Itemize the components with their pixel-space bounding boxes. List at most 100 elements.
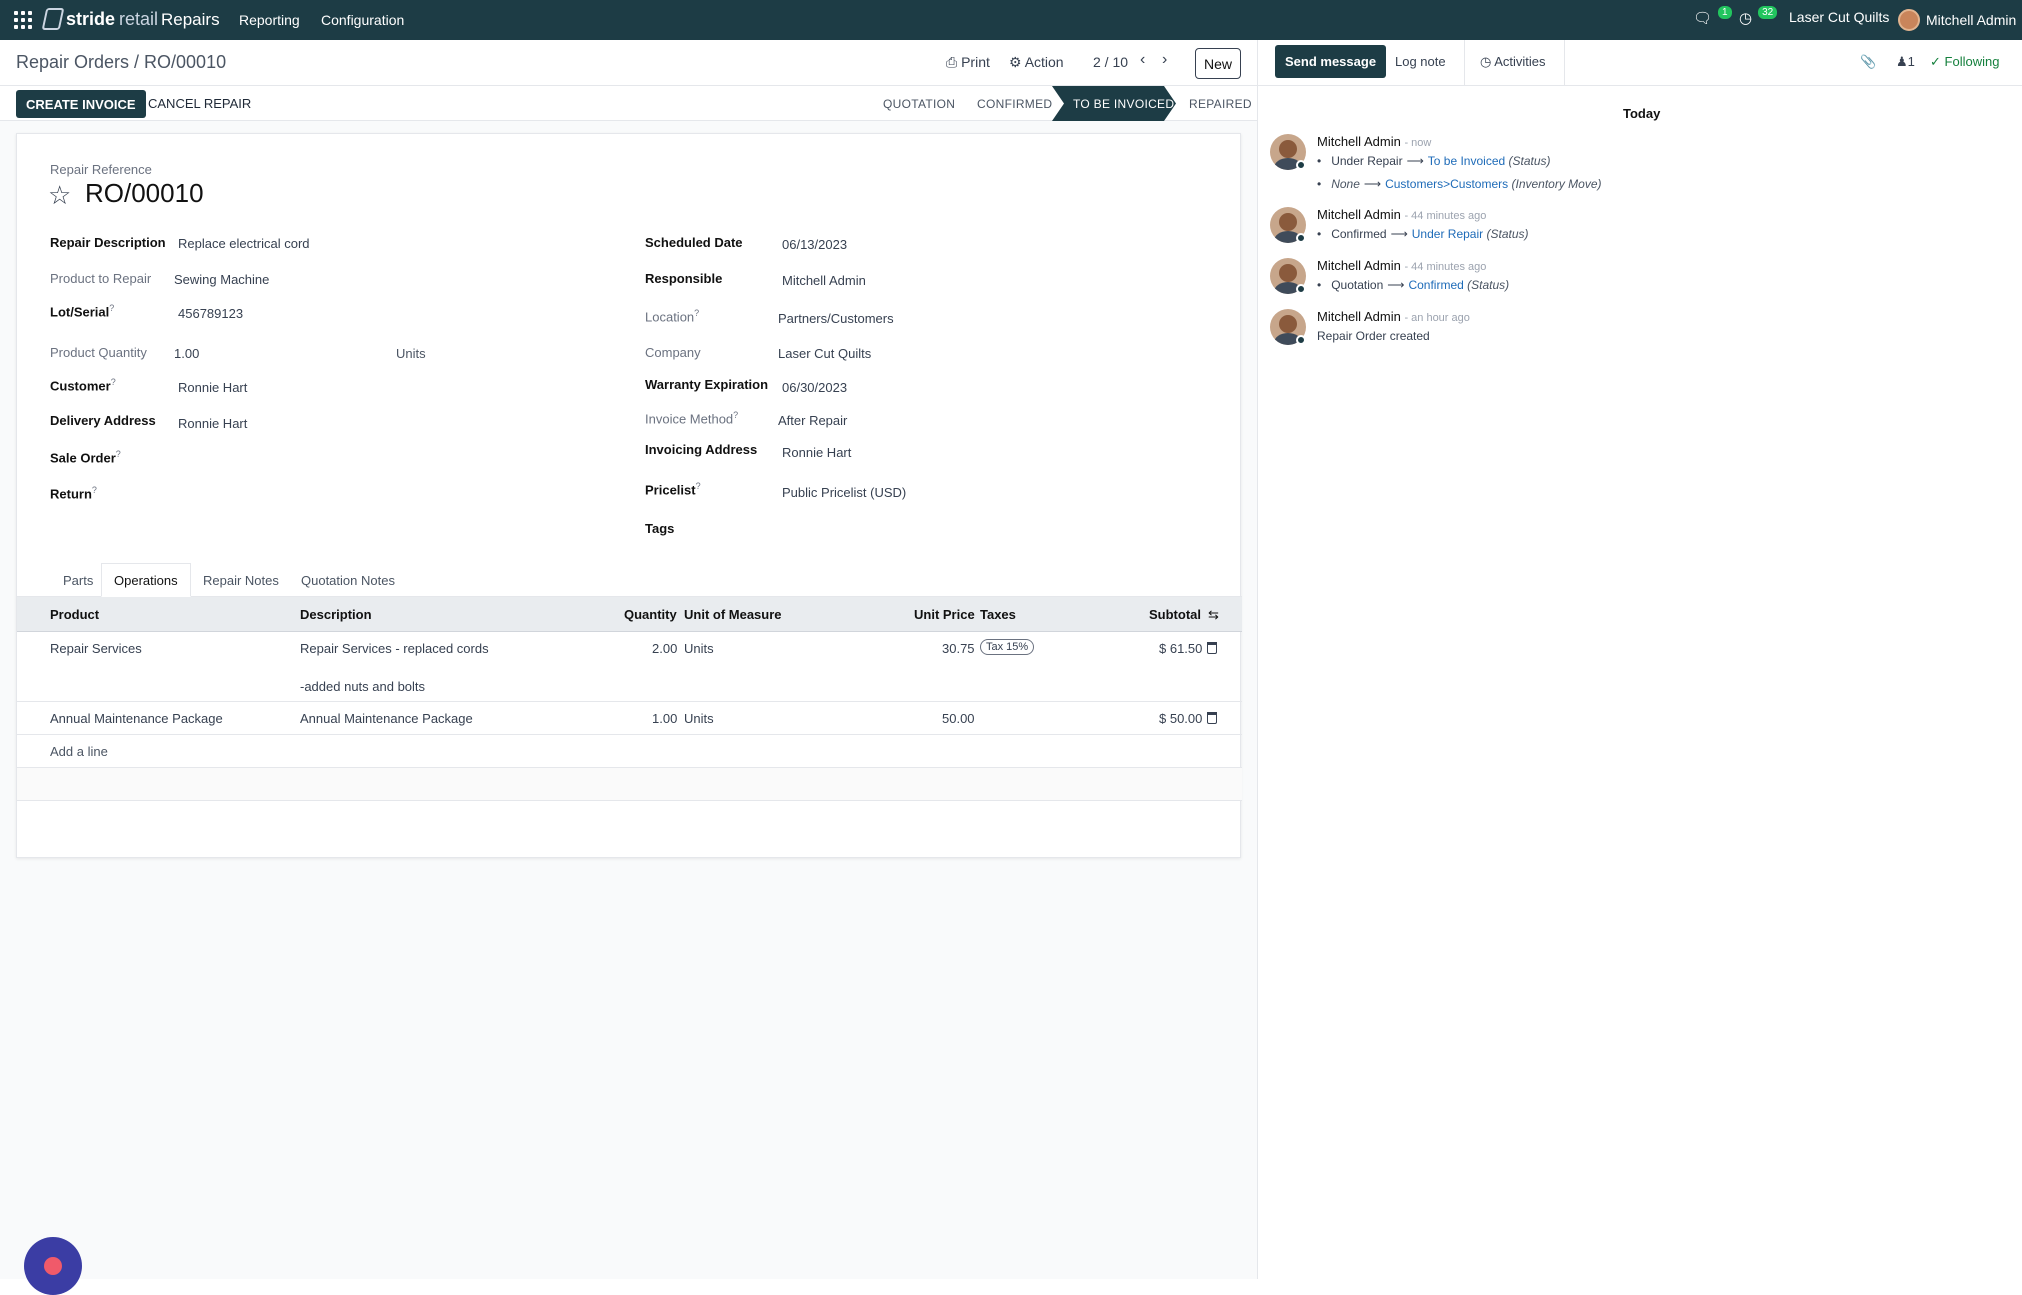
- arrow-right-icon: ⟶: [1390, 227, 1408, 241]
- scheduled-date-field[interactable]: 06/13/2023: [782, 237, 847, 252]
- repair-description-label: Repair Description: [50, 235, 166, 250]
- field-name: (Status): [1508, 154, 1551, 168]
- row-uom[interactable]: Units: [684, 711, 714, 726]
- warranty-expiration-field[interactable]: 06/30/2023: [782, 380, 847, 395]
- messages-button[interactable]: 🗨 1: [1693, 5, 1732, 27]
- company-field[interactable]: Laser Cut Quilts: [778, 346, 871, 361]
- app-name[interactable]: Repairs: [161, 10, 220, 30]
- tab-parts[interactable]: Parts: [51, 563, 105, 597]
- new-value: Under Repair: [1411, 227, 1484, 241]
- tab-repair-notes[interactable]: Repair Notes: [191, 563, 291, 597]
- author-name[interactable]: Mitchell Admin: [1317, 309, 1401, 324]
- chatter-panel: Send message Log note ◷ Activities 📎 ♟1 …: [1257, 40, 2022, 1279]
- stage-to-be-invoiced[interactable]: TO BE INVOICED: [1052, 86, 1176, 121]
- breadcrumb[interactable]: Repair Orders / RO/00010: [16, 52, 226, 73]
- col-quantity[interactable]: Quantity: [624, 607, 677, 622]
- column-settings-icon[interactable]: ⇆: [1208, 607, 1219, 623]
- product-quantity-field[interactable]: 1.00: [174, 346, 199, 361]
- followers-button[interactable]: ♟1: [1896, 54, 1915, 70]
- stride-logo-icon: [41, 8, 65, 30]
- location-field[interactable]: Partners/Customers: [778, 311, 894, 326]
- send-message-button[interactable]: Send message: [1275, 45, 1387, 78]
- message-author: Mitchell Admin - an hour ago: [1317, 309, 1470, 324]
- tab-quotation-notes[interactable]: Quotation Notes: [289, 563, 407, 597]
- tab-operations[interactable]: Operations: [101, 563, 191, 597]
- stage-confirmed[interactable]: CONFIRMED: [977, 86, 1052, 121]
- pricelist-field[interactable]: Public Pricelist (USD): [782, 485, 906, 500]
- next-record-icon[interactable]: ›: [1162, 51, 1167, 69]
- row-description[interactable]: Annual Maintenance Package: [300, 711, 473, 726]
- paperclip-icon[interactable]: 📎: [1860, 54, 1876, 70]
- row-unit-price[interactable]: 30.75: [942, 641, 975, 656]
- invoice-method-field[interactable]: After Repair: [778, 413, 847, 428]
- activities-button[interactable]: ◷ 32: [1739, 5, 1778, 27]
- col-unit-price[interactable]: Unit Price: [914, 607, 975, 622]
- author-name[interactable]: Mitchell Admin: [1317, 258, 1401, 273]
- print-button[interactable]: ⎙ Print: [946, 54, 990, 71]
- row-product[interactable]: Annual Maintenance Package: [50, 711, 223, 726]
- customer-field[interactable]: Ronnie Hart: [178, 380, 247, 395]
- old-value: Under Repair: [1331, 154, 1403, 168]
- star-icon[interactable]: ☆: [48, 180, 71, 211]
- action-button[interactable]: ⚙ Action: [1009, 54, 1064, 71]
- menu-configuration[interactable]: Configuration: [321, 12, 404, 28]
- author-name[interactable]: Mitchell Admin: [1317, 207, 1401, 222]
- user-avatar: [1898, 9, 1920, 31]
- chatter-message: Mitchell Admin - an hour ago Repair Orde…: [1270, 309, 2010, 349]
- brand-logo[interactable]: stride retail: [41, 8, 158, 30]
- cancel-repair-button[interactable]: CANCEL REPAIR: [148, 96, 251, 111]
- pager-value[interactable]: 2 / 10: [1093, 54, 1128, 70]
- stage-repaired[interactable]: REPAIRED: [1189, 86, 1252, 121]
- row-product[interactable]: Repair Services: [50, 641, 142, 656]
- invoicing-address-field[interactable]: Ronnie Hart: [782, 445, 851, 460]
- row-unit-price[interactable]: 50.00: [942, 711, 975, 726]
- user-menu[interactable]: Mitchell Admin: [1898, 9, 2016, 31]
- field-name: (Status): [1486, 227, 1529, 241]
- row-quantity[interactable]: 1.00: [652, 711, 677, 726]
- return-label-text: Return: [50, 486, 92, 502]
- col-product[interactable]: Product: [50, 607, 99, 622]
- delivery-address-label: Delivery Address: [50, 413, 156, 428]
- row-uom[interactable]: Units: [684, 641, 714, 656]
- previous-record-icon[interactable]: ‹: [1140, 51, 1145, 69]
- responsible-field[interactable]: Mitchell Admin: [782, 273, 866, 288]
- create-invoice-button[interactable]: CREATE INVOICE: [16, 90, 146, 118]
- activities-button[interactable]: ◷ Activities: [1480, 54, 1546, 70]
- warranty-expiration-label: Warranty Expiration: [645, 377, 769, 392]
- trash-icon[interactable]: [1207, 712, 1217, 724]
- log-note-button[interactable]: Log note: [1395, 54, 1446, 69]
- trash-icon[interactable]: [1207, 642, 1217, 654]
- lot-serial-field[interactable]: 456789123: [178, 306, 243, 321]
- following-button[interactable]: ✓ Following: [1930, 54, 1999, 70]
- arrow-right-icon: ⟶: [1363, 177, 1382, 191]
- col-description[interactable]: Description: [300, 607, 372, 622]
- invoice-method-label-text: Invoice Method: [645, 411, 734, 427]
- online-status-icon: [1296, 233, 1306, 243]
- product-to-repair-field[interactable]: Sewing Machine: [174, 272, 269, 287]
- chat-icon: 🗨: [1693, 10, 1713, 27]
- company-switcher[interactable]: Laser Cut Quilts: [1789, 9, 1889, 25]
- new-button[interactable]: New: [1195, 48, 1241, 79]
- app-menu-icon[interactable]: [14, 11, 32, 29]
- add-a-line-link[interactable]: Add a line: [50, 744, 108, 759]
- product-uom-field[interactable]: Units: [396, 346, 426, 361]
- table-row[interactable]: Annual Maintenance Package Annual Mainte…: [17, 702, 1242, 735]
- menu-reporting[interactable]: Reporting: [239, 12, 300, 28]
- delivery-address-field[interactable]: Ronnie Hart: [178, 416, 247, 431]
- author-name[interactable]: Mitchell Admin: [1317, 134, 1401, 149]
- stage-quotation[interactable]: QUOTATION: [883, 86, 955, 121]
- assistant-launcher-button[interactable]: [24, 1237, 82, 1295]
- new-value: Customers>Customers: [1385, 177, 1509, 191]
- row-description[interactable]: Repair Services - replaced cords: [300, 641, 489, 656]
- tracking-line: • None ⟶ Customers>Customers (Inventory Mo…: [1317, 177, 1602, 191]
- col-subtotal[interactable]: Subtotal: [1149, 607, 1201, 622]
- col-uom[interactable]: Unit of Measure: [684, 607, 782, 622]
- field-name: (Inventory Move): [1511, 177, 1602, 191]
- row-quantity[interactable]: 2.00: [652, 641, 677, 656]
- tax-badge[interactable]: Tax 15%: [980, 639, 1035, 655]
- user-name: Mitchell Admin: [1926, 12, 2017, 28]
- row-description-line2[interactable]: -added nuts and bolts: [300, 679, 425, 694]
- col-taxes[interactable]: Taxes: [980, 607, 1016, 622]
- repair-description-field[interactable]: Replace electrical cord: [178, 236, 310, 251]
- table-row[interactable]: Repair Services Repair Services - replac…: [17, 632, 1242, 702]
